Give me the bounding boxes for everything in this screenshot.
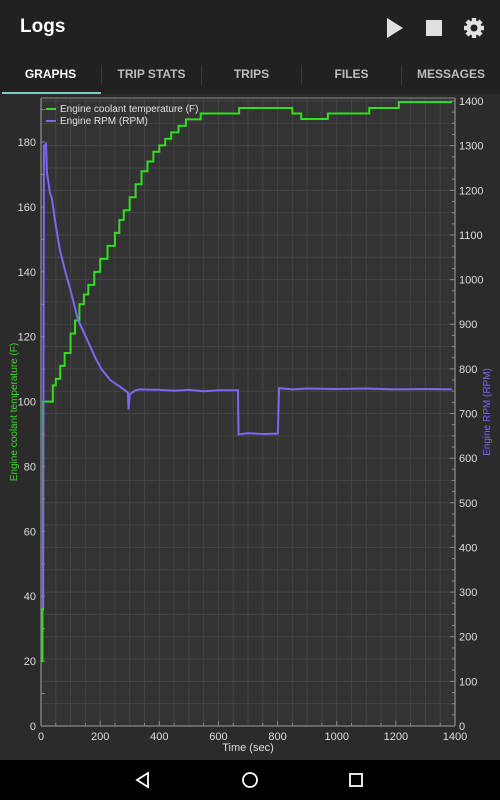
tab-bar: GRAPHS TRIP STATS TRIPS FILES MESSAGES <box>0 56 500 94</box>
right-tick-label: 100 <box>459 676 477 688</box>
left-tick-label: 0 <box>30 721 36 733</box>
tab-graphs[interactable]: GRAPHS <box>0 56 101 94</box>
back-button[interactable] <box>133 770 153 795</box>
left-tick-label: 20 <box>24 656 36 668</box>
left-tick-label: 160 <box>18 202 36 214</box>
chart[interactable]: 0 200 400 600 800 1000 1200 1400Time (sec)02040… <box>0 94 500 760</box>
left-tick-label: 40 <box>24 591 36 603</box>
right-tick-label: 300 <box>459 587 477 599</box>
right-tick-label: 0 <box>459 721 465 733</box>
gear-icon <box>464 18 484 38</box>
x-tick-label: 1200 <box>384 731 408 743</box>
tab-trips[interactable]: TRIPS <box>202 56 301 94</box>
right-tick-label: 1200 <box>459 185 483 197</box>
left-tick-label: 100 <box>18 397 36 409</box>
right-tick-label: 600 <box>459 453 477 465</box>
stop-button[interactable] <box>421 15 447 41</box>
play-button[interactable] <box>382 15 408 41</box>
right-tick-label: 400 <box>459 542 477 554</box>
home-icon <box>242 772 258 788</box>
play-icon <box>387 18 403 38</box>
right-tick-label: 1000 <box>459 275 483 287</box>
left-tick-label: 80 <box>24 461 36 473</box>
page-title: Logs <box>20 16 66 37</box>
left-axis-title: Engine coolant temperature (F) <box>9 343 20 481</box>
right-tick-label: 900 <box>459 319 477 331</box>
app-bar: Logs <box>0 0 500 56</box>
stop-icon <box>426 20 442 36</box>
system-nav-bar <box>0 760 500 800</box>
x-tick-label: 1000 <box>324 731 348 743</box>
legend-label: Engine coolant temperature (F) <box>60 104 198 115</box>
home-button[interactable] <box>240 770 260 795</box>
recents-button[interactable] <box>346 770 366 795</box>
right-tick-label: 800 <box>459 364 477 376</box>
settings-button[interactable] <box>461 15 487 41</box>
tab-trip-stats[interactable]: TRIP STATS <box>102 56 201 94</box>
right-tick-label: 700 <box>459 409 477 421</box>
x-axis-title: Time (sec) <box>222 742 274 754</box>
x-tick-label: 0 <box>38 731 44 743</box>
right-tick-label: 500 <box>459 498 477 510</box>
left-tick-label: 60 <box>24 526 36 538</box>
left-tick-label: 180 <box>18 137 36 149</box>
right-tick-label: 200 <box>459 632 477 644</box>
right-tick-label: 1100 <box>459 230 483 242</box>
left-tick-label: 140 <box>18 267 36 279</box>
recents-icon <box>349 773 363 787</box>
legend-label: Engine RPM (RPM) <box>60 116 148 127</box>
tab-messages[interactable]: MESSAGES <box>402 56 500 94</box>
x-tick-label: 400 <box>150 731 168 743</box>
left-tick-label: 120 <box>18 332 36 344</box>
tab-files[interactable]: FILES <box>302 56 401 94</box>
right-tick-label: 1400 <box>459 96 483 108</box>
right-tick-label: 1300 <box>459 141 483 153</box>
right-axis-title: Engine RPM (RPM) <box>482 368 493 456</box>
back-icon <box>135 771 149 789</box>
x-tick-label: 200 <box>91 731 109 743</box>
chart-area[interactable]: 0 200 400 600 800 1000 1200 1400 Time (sec) 0 20 40… <box>0 94 500 760</box>
